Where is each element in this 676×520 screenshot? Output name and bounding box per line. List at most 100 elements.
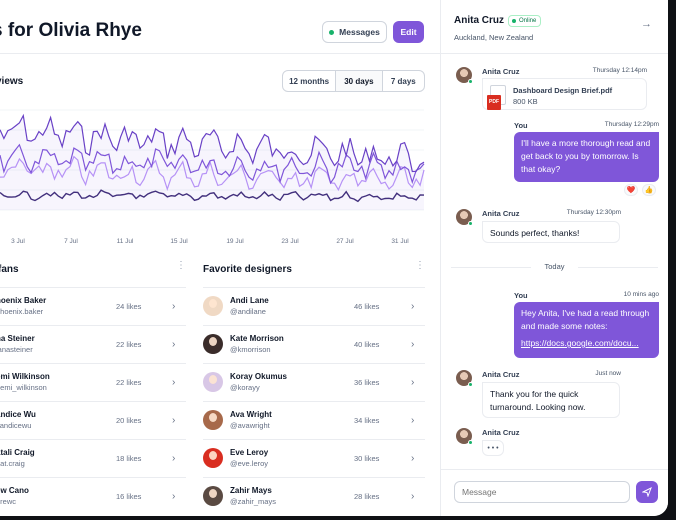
divider (0, 477, 186, 478)
divider (0, 325, 186, 326)
person-handle: @eve.leroy (230, 459, 269, 468)
chevron-right-icon[interactable]: › (411, 453, 414, 464)
x-axis-label: 27 Jul (336, 238, 354, 245)
list-item[interactable]: Zahir Mays @zahir_mays 28 likes › (203, 477, 425, 515)
likes-count: 46 likes (354, 301, 380, 311)
file-size: 800 KB (513, 97, 538, 106)
chevron-right-icon[interactable]: › (172, 339, 175, 350)
list-item[interactable]: andice Wu candicewu 20 likes › (0, 401, 186, 439)
chevron-right-icon[interactable]: › (172, 453, 175, 464)
send-button[interactable] (636, 481, 658, 503)
person-handle: candicewu (0, 421, 32, 430)
x-axis-label: 19 Jul (226, 238, 244, 245)
list-item[interactable]: Koray Okumus @korayy 36 likes › (203, 363, 425, 401)
message-author: Anita Cruz (482, 428, 520, 437)
status-label: Online (519, 18, 537, 24)
divider (441, 469, 668, 470)
list-item[interactable]: atali Craig nat.craig 18 likes › (0, 439, 186, 477)
person-handle: nat.craig (0, 459, 25, 468)
chevron-right-icon[interactable]: › (172, 377, 175, 388)
avatar (203, 334, 223, 354)
person-name: na Steiner (0, 334, 35, 343)
person-handle: @andilane (230, 307, 266, 316)
person-handle: @kmorrison (230, 345, 271, 354)
chevron-right-icon[interactable]: › (411, 301, 414, 312)
fans-card: fans ⋮ hoenix Baker phoenix.baker 24 likes… (0, 258, 190, 516)
chevron-right-icon[interactable]: › (172, 491, 175, 502)
online-dot-icon (329, 29, 335, 35)
message-bubble-outgoing: I'll have a more thorough read and get b… (514, 132, 659, 182)
message-link[interactable]: https://docs.google.com/docu... (521, 337, 652, 350)
avatar (203, 448, 223, 468)
divider (203, 477, 425, 478)
chevron-right-icon[interactable]: › (411, 415, 414, 426)
chevron-right-icon[interactable]: › (411, 339, 414, 350)
list-item[interactable]: na Steiner lanasteiner 22 likes › (0, 325, 186, 363)
designers-title: Favorite designers (203, 264, 292, 275)
message-time: Just now (595, 370, 621, 377)
x-axis-label: 3 Jul (11, 238, 25, 245)
person-name: hoenix Baker (0, 296, 47, 305)
range-30-days[interactable]: 30 days (336, 71, 383, 91)
more-icon[interactable]: ⋮ (415, 260, 425, 271)
heart-reaction[interactable]: ❤️ (624, 184, 638, 196)
status-badge: Online (508, 15, 542, 27)
person-name: Eve Leroy (230, 448, 269, 457)
thumbs-up-reaction[interactable]: 👍 (642, 184, 656, 196)
x-axis-label: 7 Jul (64, 238, 78, 245)
person-handle: @zahir_mays (230, 497, 276, 506)
chevron-right-icon[interactable]: › (172, 415, 175, 426)
x-axis-label: 23 Jul (281, 238, 299, 245)
person-name: Ava Wright (230, 410, 272, 419)
person-handle: demi_wilkinson (0, 383, 47, 392)
list-item[interactable]: Andi Lane @andilane 46 likes › (203, 287, 425, 325)
range-7-days[interactable]: 7 days (383, 71, 424, 91)
list-item[interactable]: hoenix Baker phoenix.baker 24 likes › (0, 287, 186, 325)
person-name: emi Wilkinson (0, 372, 50, 381)
likes-count: 34 likes (354, 415, 380, 425)
message-input[interactable] (454, 481, 630, 503)
arrow-right-icon[interactable]: → (641, 18, 652, 30)
avatar (203, 372, 223, 392)
edit-button[interactable]: Edit (393, 21, 424, 43)
range-selector: 12 months 30 days 7 days (282, 70, 425, 92)
avatar (456, 370, 473, 387)
divider (203, 325, 425, 326)
pdf-file-icon: PDF (487, 85, 506, 110)
messages-button-label: Messages (339, 27, 380, 37)
file-attachment[interactable]: PDF Dashboard Design Brief.pdf 800 KB (482, 78, 647, 110)
chevron-right-icon[interactable]: › (411, 491, 414, 502)
messages-button[interactable]: Messages (322, 21, 387, 43)
likes-count: 24 likes (116, 301, 142, 311)
profile-panel: s for Olivia Rhye Messages Edit views 12… (0, 0, 441, 516)
send-icon (642, 487, 652, 497)
chevron-right-icon[interactable]: › (411, 377, 414, 388)
chevron-right-icon[interactable]: › (172, 301, 175, 312)
likes-count: 36 likes (354, 377, 380, 387)
likes-count: 22 likes (116, 339, 142, 349)
person-handle: lanasteiner (0, 345, 33, 354)
more-icon[interactable]: ⋮ (176, 260, 186, 271)
list-item[interactable]: ew Cano drewc 16 likes › (0, 477, 186, 515)
typing-indicator: • • • (482, 440, 504, 456)
likes-count: 22 likes (116, 377, 142, 387)
chat-panel: Anita Cruz Online Auckland, New Zealand … (441, 0, 668, 516)
likes-count: 20 likes (116, 415, 142, 425)
list-item[interactable]: Eve Leroy @eve.leroy 30 likes › (203, 439, 425, 477)
person-handle: phoenix.baker (0, 307, 44, 316)
person-name: andice Wu (0, 410, 36, 419)
divider (203, 401, 425, 402)
message-author: Anita Cruz (482, 370, 520, 379)
list-item[interactable]: Kate Morrison @kmorrison 40 likes › (203, 325, 425, 363)
list-item[interactable]: emi Wilkinson demi_wilkinson 22 likes › (0, 363, 186, 401)
list-item[interactable]: Ava Wright @avawright 34 likes › (203, 401, 425, 439)
app-frame: s for Olivia Rhye Messages Edit views 12… (0, 0, 668, 516)
person-handle: @korayy (230, 383, 260, 392)
range-12-months[interactable]: 12 months (283, 71, 337, 91)
views-title: views (0, 76, 24, 87)
avatar (456, 428, 473, 445)
message-text: Hey Anita, I've had a read through and m… (521, 308, 650, 331)
message-author: Anita Cruz (482, 209, 520, 218)
divider (0, 401, 186, 402)
likes-count: 18 likes (116, 453, 142, 463)
